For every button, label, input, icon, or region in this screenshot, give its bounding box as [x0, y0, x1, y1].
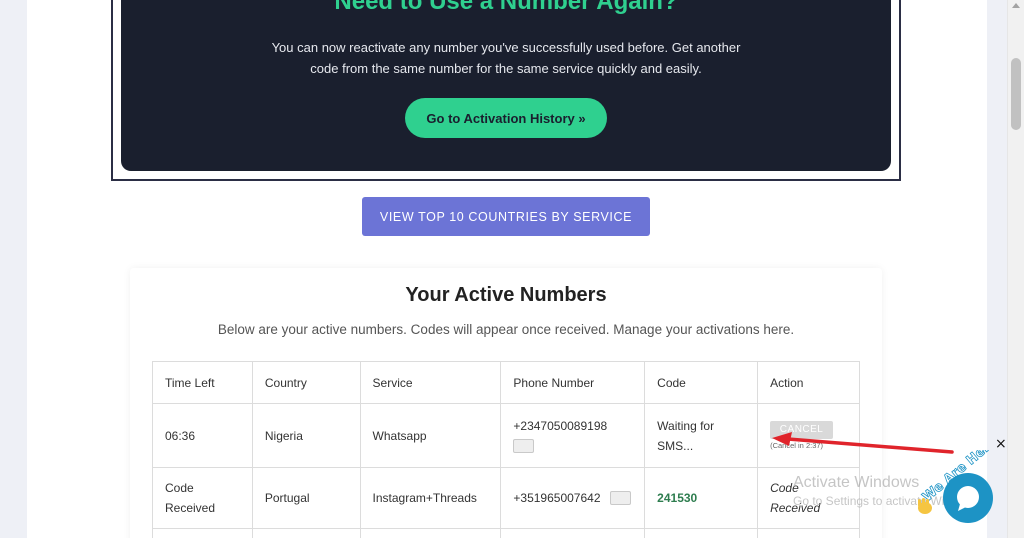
- header-action: Action: [757, 361, 860, 404]
- table-row: [152, 528, 860, 538]
- phone-number: +2347050089198: [513, 418, 608, 433]
- active-numbers-card: Your Active Numbers Below are your activ…: [130, 268, 882, 538]
- header-code: Code: [644, 361, 759, 404]
- code-cell: 241530: [644, 467, 759, 529]
- active-numbers-table: Time Left Country Service Phone Number C…: [152, 361, 860, 538]
- code-status: Waiting for SMS...: [657, 418, 715, 453]
- received-code: 241530: [657, 491, 698, 505]
- country-cell: Nigeria: [251, 403, 361, 468]
- chat-widget-button[interactable]: [943, 473, 993, 523]
- chat-icon: [957, 486, 979, 511]
- active-numbers-title: Your Active Numbers: [405, 284, 607, 306]
- time-left-cell: Code Received: [152, 467, 253, 529]
- header-phone-number: Phone Number: [500, 361, 646, 404]
- table-row: 06:36 Nigeria Whatsapp +2347050089198 Wa…: [152, 403, 860, 468]
- country-cell: Portugal: [251, 467, 361, 529]
- service-cell: Whatsapp: [359, 403, 502, 468]
- header-service: Service: [359, 361, 502, 404]
- view-top-countries-button[interactable]: VIEW TOP 10 COUNTRIES BY SERVICE: [362, 197, 650, 236]
- promo-banner: Need to Use a Number Again? You can now …: [121, 0, 891, 171]
- time-left-cell: 06:36: [152, 403, 253, 468]
- promo-title: Need to Use a Number Again?: [334, 0, 678, 15]
- service-cell: Instagram+Threads: [359, 467, 502, 529]
- header-time-left: Time Left: [152, 361, 253, 404]
- active-numbers-subtitle: Below are your active numbers. Codes wil…: [217, 322, 795, 337]
- table-row: Code Received Portugal Instagram+Threads…: [152, 467, 860, 529]
- scroll-up-icon[interactable]: [1012, 3, 1020, 8]
- close-chat-icon[interactable]: ×: [995, 436, 1007, 452]
- phone-cell: +2347050089198: [500, 403, 646, 468]
- phone-cell: +351965007642: [500, 467, 646, 529]
- promo-text: You can now reactivate any number you've…: [271, 40, 741, 76]
- time-left-status: Code Received: [165, 481, 216, 515]
- table-header-row: Time Left Country Service Phone Number C…: [152, 361, 860, 404]
- scroll-thumb[interactable]: [1011, 58, 1021, 130]
- header-country: Country: [251, 361, 361, 404]
- vertical-scrollbar[interactable]: [1007, 0, 1024, 538]
- code-cell: Waiting for SMS...: [644, 403, 759, 468]
- copy-button[interactable]: [609, 491, 631, 506]
- copy-button[interactable]: [513, 439, 535, 454]
- activation-history-button[interactable]: Go to Activation History »: [405, 98, 607, 138]
- phone-number: +351965007642: [513, 490, 601, 505]
